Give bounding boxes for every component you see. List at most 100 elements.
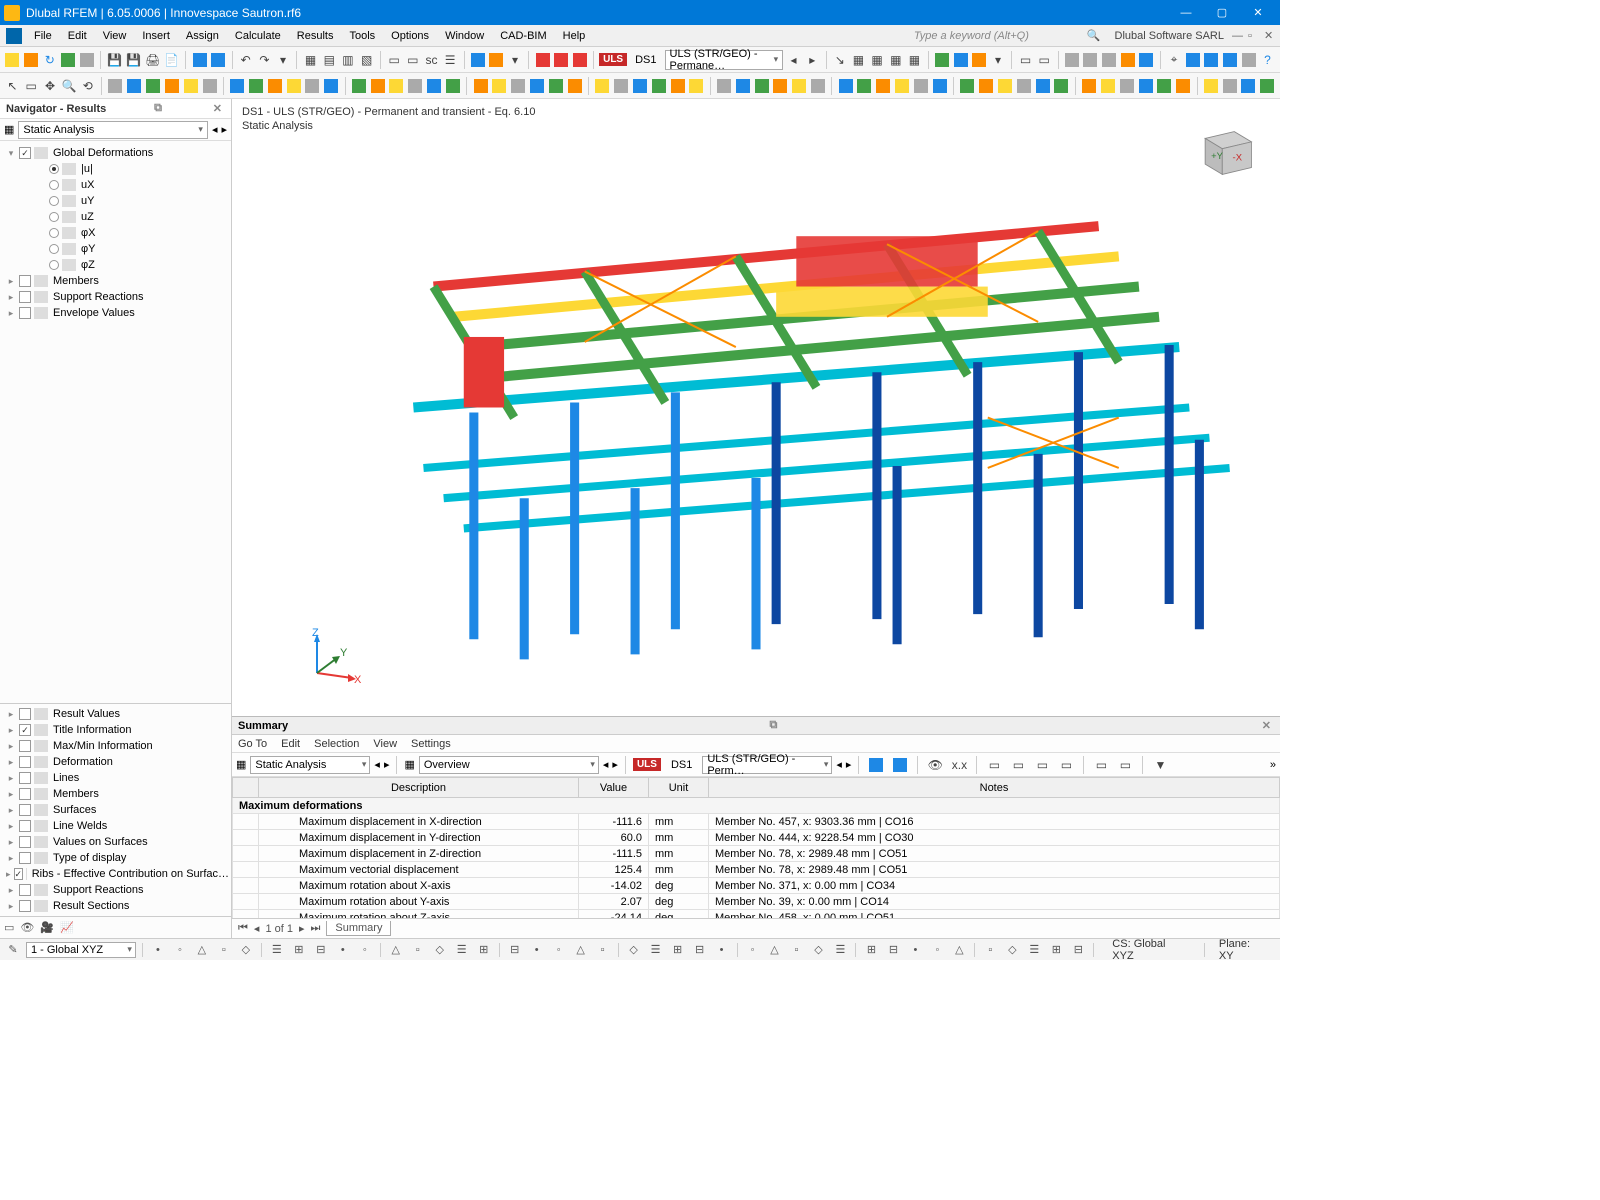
nav-next-icon[interactable]: ▸ bbox=[221, 123, 227, 136]
save-icon[interactable]: 💾 bbox=[106, 50, 123, 70]
tool-50-icon[interactable] bbox=[1118, 76, 1135, 96]
sb-tool-39-icon[interactable]: ⊟ bbox=[1069, 942, 1087, 958]
summary-lc-select[interactable]: ULS (STR/GEO) - Perm… bbox=[702, 756, 832, 774]
sb-tool-32-icon[interactable]: • bbox=[906, 942, 924, 958]
sb-tool-1-icon[interactable]: ◦ bbox=[171, 942, 189, 958]
tree-support-reactions[interactable]: ▸Support Reactions bbox=[2, 289, 229, 305]
menu-tools[interactable]: Tools bbox=[341, 28, 383, 44]
tool-16-icon[interactable] bbox=[426, 76, 443, 96]
sb-tool-35-icon[interactable]: ▫ bbox=[981, 942, 999, 958]
tool-35-icon[interactable] bbox=[810, 76, 827, 96]
menu-help[interactable]: Help bbox=[555, 28, 594, 44]
tool-13-icon[interactable] bbox=[369, 76, 386, 96]
sb-tool-4-icon[interactable]: ◇ bbox=[237, 942, 255, 958]
run2-icon[interactable] bbox=[553, 50, 570, 70]
chk2-icon[interactable]: ▭ bbox=[1036, 50, 1053, 70]
iso4-icon[interactable] bbox=[1240, 50, 1257, 70]
opt-title-information[interactable]: ▸Title Information bbox=[2, 722, 229, 738]
sb-tool-3-icon[interactable]: ▫ bbox=[215, 942, 233, 958]
view1-icon[interactable]: ▦ bbox=[302, 50, 319, 70]
tool-47-icon[interactable] bbox=[1053, 76, 1070, 96]
model-viewport[interactable]: DS1 - ULS (STR/GEO) - Permanent and tran… bbox=[232, 99, 1280, 716]
pager-last-icon[interactable]: ⏭ bbox=[311, 922, 321, 935]
ext4-icon[interactable] bbox=[1119, 50, 1136, 70]
tool-55-icon[interactable] bbox=[1221, 76, 1238, 96]
navigator-pin-icon[interactable]: ⧉ bbox=[151, 102, 165, 115]
tool-7-icon[interactable] bbox=[248, 76, 265, 96]
summary-next3-icon[interactable]: ▸ bbox=[846, 758, 852, 771]
menu-options[interactable]: Options bbox=[383, 28, 437, 44]
maximize-button[interactable]: ▢ bbox=[1204, 0, 1240, 25]
opt-surfaces[interactable]: ▸Surfaces bbox=[2, 802, 229, 818]
summary-t2-icon[interactable] bbox=[890, 755, 910, 775]
saveall-icon[interactable]: 💾 bbox=[125, 50, 142, 70]
arrow-icon[interactable]: ↘ bbox=[831, 50, 848, 70]
tool-28-icon[interactable] bbox=[669, 76, 686, 96]
deform-option-uX[interactable]: uX bbox=[2, 177, 229, 193]
table-row[interactable]: Maximum vectorial displacement125.4mmMem… bbox=[233, 862, 1280, 878]
opt-support-reactions[interactable]: ▸Support Reactions bbox=[2, 882, 229, 898]
close-button[interactable]: ✕ bbox=[1240, 0, 1276, 25]
summary-t8-icon[interactable]: ▭ bbox=[1056, 755, 1076, 775]
tool-37-icon[interactable] bbox=[856, 76, 873, 96]
summary-analysis-select[interactable]: Static Analysis bbox=[250, 756, 370, 774]
ext5-icon[interactable] bbox=[1138, 50, 1155, 70]
table-row[interactable]: Maximum displacement in X-direction-111.… bbox=[233, 814, 1280, 830]
table-row[interactable]: Maximum displacement in Y-direction60.0m… bbox=[233, 830, 1280, 846]
ext1-icon[interactable] bbox=[1063, 50, 1080, 70]
zoom-target-icon[interactable]: ⌖ bbox=[1166, 50, 1183, 70]
menu-assign[interactable]: Assign bbox=[178, 28, 227, 44]
tool-11-icon[interactable] bbox=[323, 76, 340, 96]
tbl1-icon[interactable]: ▭ bbox=[386, 50, 403, 70]
tab-camera-icon[interactable]: 🎥 bbox=[40, 921, 54, 934]
summary-overview-select[interactable]: Overview bbox=[419, 756, 599, 774]
deform-option-|u|[interactable]: |u| bbox=[2, 161, 229, 177]
tool-2-icon[interactable] bbox=[145, 76, 162, 96]
tool-40-icon[interactable] bbox=[913, 76, 930, 96]
prev-lc-icon[interactable]: ◂ bbox=[785, 50, 802, 70]
menu-insert[interactable]: Insert bbox=[134, 28, 178, 44]
sb-tool-19-icon[interactable]: ▫ bbox=[594, 942, 612, 958]
tree-members[interactable]: ▸Members bbox=[2, 273, 229, 289]
opt-members[interactable]: ▸Members bbox=[2, 786, 229, 802]
view4-icon[interactable]: ▧ bbox=[358, 50, 375, 70]
iso2-icon[interactable] bbox=[1203, 50, 1220, 70]
tool-29-icon[interactable] bbox=[688, 76, 705, 96]
sb-tool-18-icon[interactable]: △ bbox=[572, 942, 590, 958]
chk1-icon[interactable]: ▭ bbox=[1017, 50, 1034, 70]
loadcase-select[interactable]: ULS (STR/GEO) - Permane… bbox=[665, 50, 784, 70]
tool-46-icon[interactable] bbox=[1034, 76, 1051, 96]
mdi-controls[interactable]: —▫✕ bbox=[1230, 29, 1278, 42]
sb-tool-37-icon[interactable]: ☰ bbox=[1025, 942, 1043, 958]
tool-26-icon[interactable] bbox=[631, 76, 648, 96]
cursor-icon[interactable]: ↖ bbox=[4, 76, 21, 96]
tool-6-icon[interactable] bbox=[229, 76, 246, 96]
tool-3-icon[interactable] bbox=[163, 76, 180, 96]
tool-44-icon[interactable] bbox=[997, 76, 1014, 96]
tool-30-icon[interactable] bbox=[716, 76, 733, 96]
pager-first-icon[interactable]: ⏮ bbox=[238, 922, 248, 935]
table-row[interactable]: Maximum rotation about X-axis-14.02degMe… bbox=[233, 878, 1280, 894]
print-icon[interactable]: 🖨 bbox=[144, 50, 161, 70]
tool-42-icon[interactable] bbox=[959, 76, 976, 96]
tool-48-icon[interactable] bbox=[1081, 76, 1098, 96]
summary-tab[interactable]: Summary bbox=[326, 921, 391, 936]
ext2-icon[interactable] bbox=[1082, 50, 1099, 70]
next-lc-icon[interactable]: ▸ bbox=[804, 50, 821, 70]
sb-tool-21-icon[interactable]: ☰ bbox=[647, 942, 665, 958]
sb-tool-36-icon[interactable]: ◇ bbox=[1003, 942, 1021, 958]
tool-8-icon[interactable] bbox=[266, 76, 283, 96]
tool-27-icon[interactable] bbox=[650, 76, 667, 96]
navigator-close-icon[interactable]: ✕ bbox=[210, 102, 225, 115]
menu-edit[interactable]: Edit bbox=[60, 28, 95, 44]
opt-ribs-effective-contribution-on-surfac-[interactable]: ▸Ribs - Effective Contribution on Surfac… bbox=[2, 866, 229, 882]
minimize-button[interactable]: — bbox=[1168, 0, 1204, 25]
sb-tool-26-icon[interactable]: △ bbox=[766, 942, 784, 958]
res1-icon[interactable]: ▦ bbox=[850, 50, 867, 70]
summary-menu-settings[interactable]: Settings bbox=[411, 738, 451, 750]
ftr3-icon[interactable] bbox=[971, 50, 988, 70]
tool-9-icon[interactable] bbox=[285, 76, 302, 96]
res4-icon[interactable]: ▦ bbox=[906, 50, 923, 70]
tool-54-icon[interactable] bbox=[1202, 76, 1219, 96]
sb-tool-6-icon[interactable]: ⊞ bbox=[290, 942, 308, 958]
